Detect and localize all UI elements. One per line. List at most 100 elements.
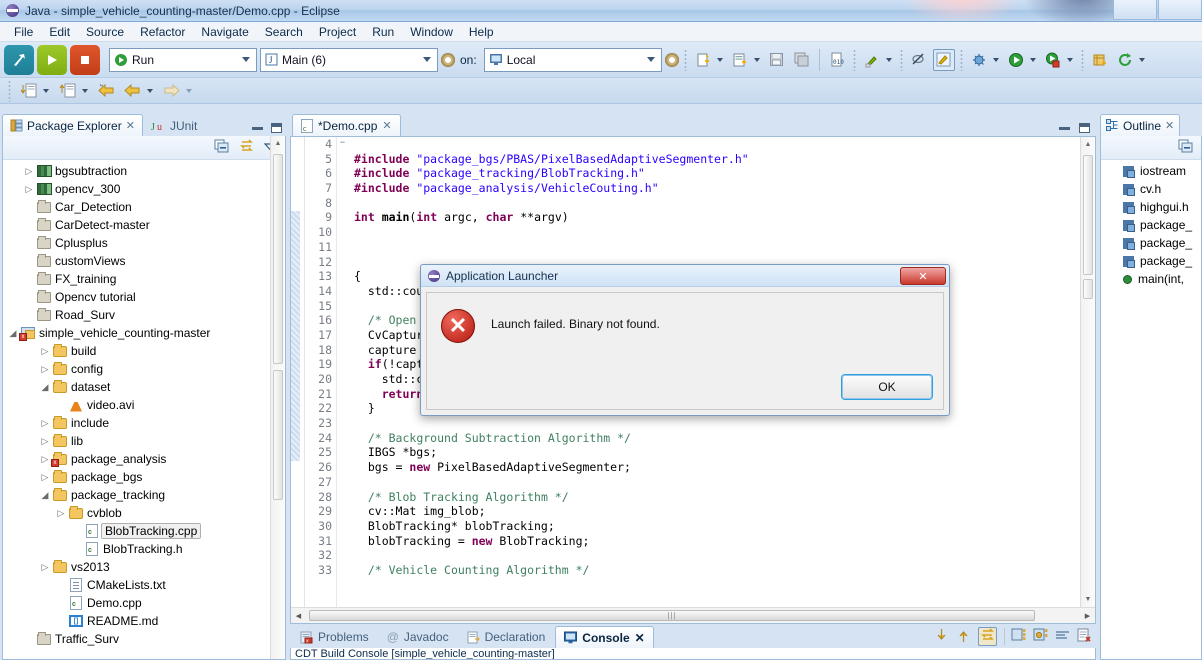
code-line[interactable]: /* Blob Tracking Algorithm */ xyxy=(354,490,1095,505)
code-line[interactable]: #include "package_bgs/PBAS/PixelBasedAda… xyxy=(354,152,1095,167)
maximize-icon[interactable] xyxy=(1079,123,1090,133)
scrollbar-thumb[interactable] xyxy=(273,154,283,364)
scroll-up-arrow-icon[interactable]: ▲ xyxy=(1081,137,1095,152)
pin-console-icon[interactable] xyxy=(978,627,997,646)
open-type-icon[interactable] xyxy=(56,80,78,102)
tab-console[interactable]: Console ✕ xyxy=(555,626,654,648)
link-with-editor-icon[interactable] xyxy=(239,139,254,156)
code-line[interactable]: cv::Mat img_blob; xyxy=(354,504,1095,519)
tree-item[interactable]: ▷ config xyxy=(3,360,285,378)
code-line[interactable] xyxy=(354,196,1095,211)
code-line[interactable] xyxy=(354,225,1095,240)
chevron-down-icon[interactable] xyxy=(646,57,655,62)
scroll-down-arrow-icon[interactable]: ▼ xyxy=(1081,592,1095,607)
collapse-all-icon[interactable] xyxy=(214,139,229,156)
tab-package-explorer[interactable]: Package Explorer ✕ xyxy=(2,114,143,136)
code-line[interactable] xyxy=(354,475,1095,490)
annotation-ruler[interactable] xyxy=(291,137,305,607)
scroll-down-icon[interactable] xyxy=(934,628,949,646)
tree-item[interactable]: Cplusplus xyxy=(3,234,285,252)
minimize-icon[interactable] xyxy=(1059,126,1070,130)
gear-icon[interactable] xyxy=(664,52,679,67)
save-all-icon[interactable] xyxy=(791,49,813,71)
new-wizard-icon[interactable] xyxy=(729,49,751,71)
new-file-icon[interactable] xyxy=(692,49,714,71)
application-launcher-dialog[interactable]: Application Launcher ✕ ✕ Launch failed. … xyxy=(420,264,950,416)
scrollbar-thumb-lower[interactable] xyxy=(273,370,283,500)
scroll-right-arrow-icon[interactable]: ▶ xyxy=(1080,612,1095,620)
package-explorer-scrollbar[interactable]: ▲ xyxy=(270,136,285,659)
folding-ruler[interactable]: − xyxy=(337,137,348,607)
tree-item[interactable]: Traffic_Surv xyxy=(3,630,285,648)
launch-config-combo[interactable]: J Main (6) xyxy=(260,47,438,72)
chevron-down-icon[interactable] xyxy=(82,88,88,93)
tab-junit[interactable]: Ju JUnit xyxy=(143,114,205,136)
scrollbar-thumb[interactable] xyxy=(1083,155,1093,275)
code-line[interactable]: /* Background Subtraction Algorithm */ xyxy=(354,431,1095,446)
chevron-collapsed-icon[interactable]: ▷ xyxy=(39,454,51,465)
tree-item[interactable]: Car_Detection xyxy=(3,198,285,216)
chevron-collapsed-icon[interactable]: ▷ xyxy=(23,184,35,195)
tree-item[interactable]: Road_Surv xyxy=(3,306,285,324)
chevron-expanded-icon[interactable]: ◢ xyxy=(39,490,51,501)
outline-item[interactable]: package_ xyxy=(1101,252,1201,270)
window-minimize-button[interactable] xyxy=(1113,0,1157,20)
clear-console-icon[interactable] xyxy=(1077,628,1092,645)
run-dropdown-icon[interactable] xyxy=(1005,49,1027,71)
tab-demo-cpp[interactable]: c *Demo.cpp ✕ xyxy=(292,114,401,136)
build-icon[interactable] xyxy=(861,49,883,71)
gear-icon[interactable] xyxy=(441,52,455,67)
chevron-down-icon[interactable] xyxy=(147,88,153,93)
close-icon[interactable]: ✕ xyxy=(635,631,645,645)
chevron-down-icon[interactable] xyxy=(716,57,723,62)
maximize-icon[interactable] xyxy=(271,123,282,133)
chevron-down-icon[interactable] xyxy=(885,57,892,62)
chevron-collapsed-icon[interactable]: ▷ xyxy=(39,562,51,573)
code-line[interactable] xyxy=(354,137,1095,152)
outline-item[interactable]: package_ xyxy=(1101,216,1201,234)
chevron-expanded-icon[interactable]: ◢ xyxy=(39,382,51,393)
tree-item[interactable]: FX_training xyxy=(3,270,285,288)
scroll-up-arrow-icon[interactable]: ▲ xyxy=(271,136,285,151)
chevron-down-icon[interactable] xyxy=(753,57,760,62)
skip-breakpoints-icon[interactable] xyxy=(908,49,930,71)
tree-item[interactable]: ▷ cvblob xyxy=(3,504,285,522)
code-line[interactable] xyxy=(354,240,1095,255)
debug-icon[interactable] xyxy=(968,49,990,71)
menu-item-help[interactable]: Help xyxy=(461,23,502,41)
chevron-down-icon[interactable] xyxy=(992,57,999,62)
open-console-icon[interactable] xyxy=(1033,628,1048,645)
open-declaration-icon[interactable] xyxy=(17,80,39,102)
minimize-icon[interactable] xyxy=(252,126,263,130)
tab-declaration[interactable]: Declaration xyxy=(459,626,554,648)
external-tools-icon[interactable] xyxy=(1042,49,1064,71)
chevron-down-icon[interactable] xyxy=(43,88,49,93)
chevron-down-icon[interactable] xyxy=(1138,57,1145,62)
hammer-icon[interactable] xyxy=(4,44,34,75)
window-maximize-button[interactable] xyxy=(1158,0,1202,20)
menu-item-refactor[interactable]: Refactor xyxy=(132,23,193,41)
binary-icon[interactable]: 010 xyxy=(826,49,848,71)
outline-item[interactable]: package_ xyxy=(1101,234,1201,252)
tree-item[interactable]: BlobTracking.h xyxy=(3,540,285,558)
window-controls[interactable] xyxy=(1112,0,1202,20)
code-line[interactable] xyxy=(354,416,1095,431)
code-line[interactable]: blobTracking = new BlobTracking; xyxy=(354,534,1095,549)
chevron-down-icon[interactable] xyxy=(186,88,192,93)
tree-item[interactable]: ◢ x simple_vehicle_counting-master xyxy=(3,324,285,342)
back-history-icon[interactable] xyxy=(95,80,117,102)
project-tree[interactable]: ▷ bgsubtraction ▷ opencv_300 Car_Detection Ca… xyxy=(3,160,285,659)
tree-item[interactable]: CMakeLists.txt xyxy=(3,576,285,594)
chevron-collapsed-icon[interactable]: ▷ xyxy=(39,364,51,375)
chevron-collapsed-icon[interactable]: ▷ xyxy=(39,418,51,429)
editor-horizontal-scrollbar[interactable]: ◀ ||| ▶ xyxy=(291,607,1095,623)
outline-list[interactable]: iostream cv.h highgui.h package_ package_ pac… xyxy=(1101,160,1201,659)
tab-outline[interactable]: Outline ✕ xyxy=(1100,114,1181,136)
close-button[interactable]: ✕ xyxy=(900,267,946,285)
tree-item[interactable]: [] README.md xyxy=(3,612,285,630)
tree-item[interactable]: ◢ dataset xyxy=(3,378,285,396)
collapse-all-icon[interactable] xyxy=(1178,139,1193,156)
chevron-down-icon[interactable] xyxy=(1066,57,1073,62)
refresh-icon[interactable] xyxy=(1114,49,1136,71)
chevron-down-icon[interactable] xyxy=(423,57,431,62)
